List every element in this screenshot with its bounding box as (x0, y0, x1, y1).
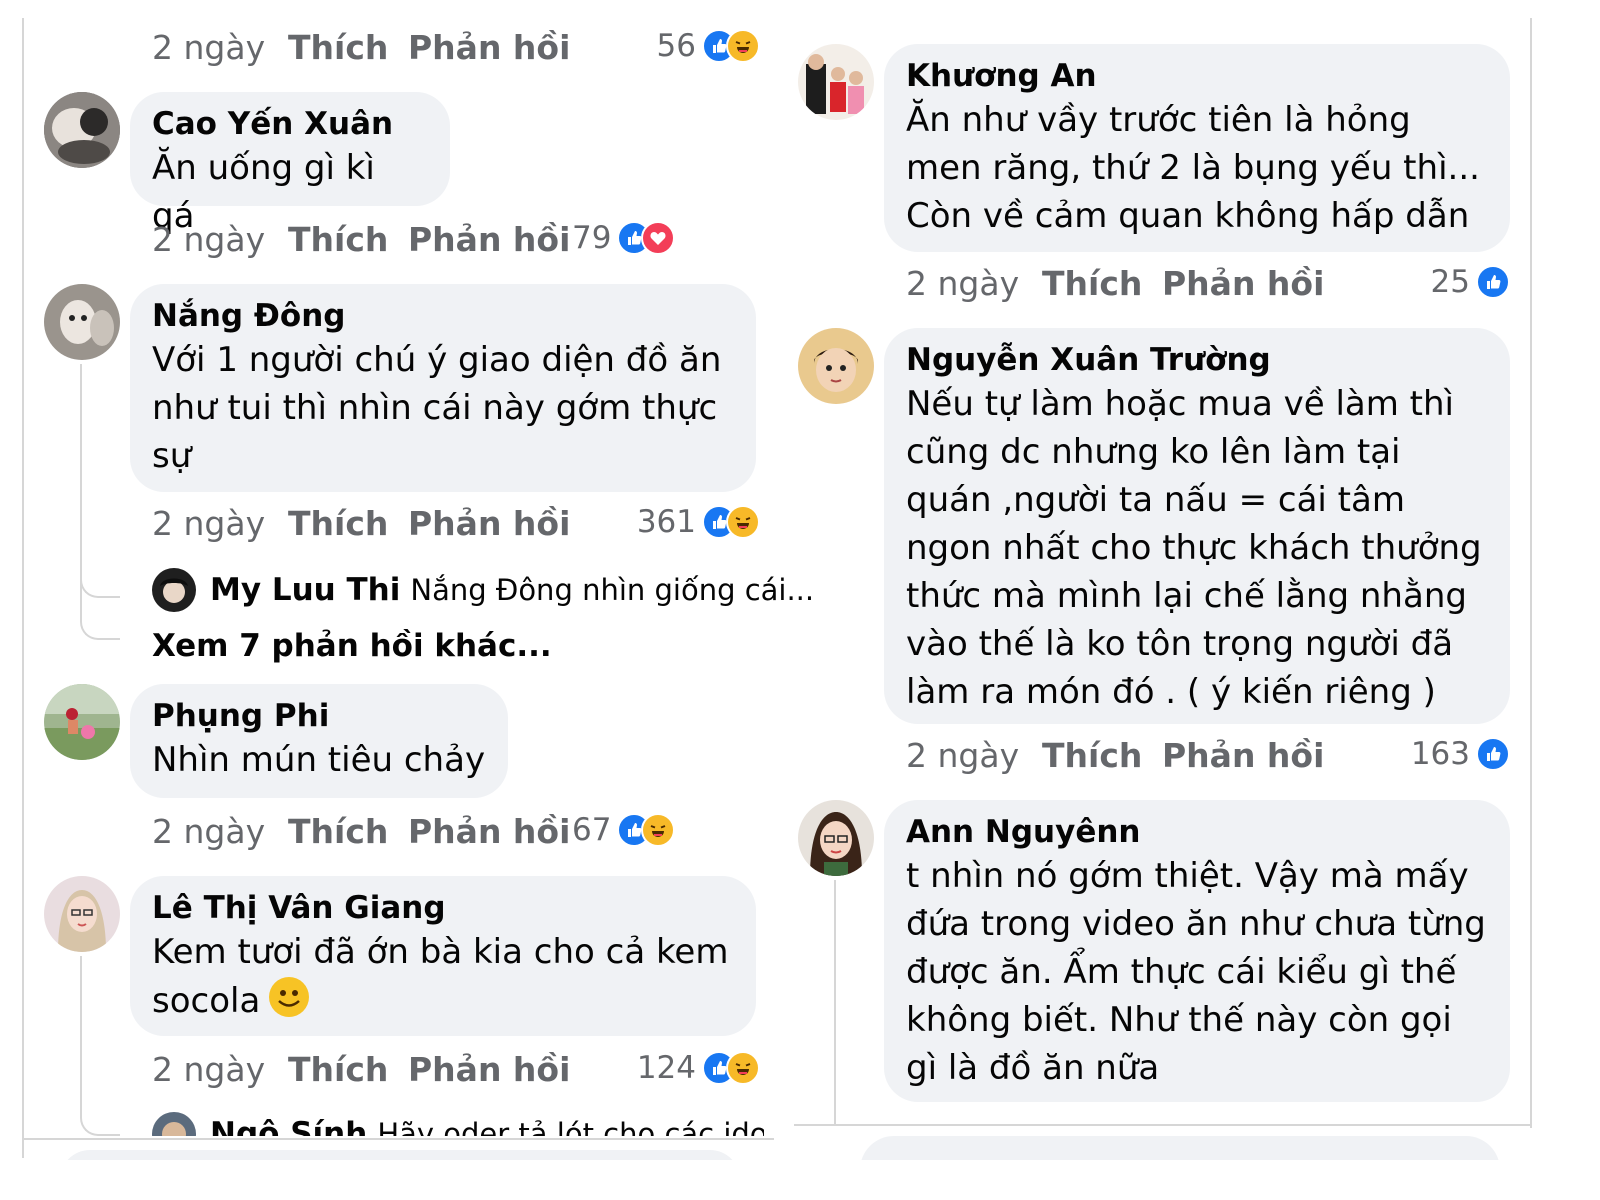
like-button[interactable]: Thích (1042, 264, 1162, 303)
reply-avatar (152, 1112, 196, 1136)
comment-time: 2 ngày (152, 1050, 266, 1089)
reply-preview[interactable]: My Luu Thi Nắng Đông nhìn giống cái... (152, 568, 814, 612)
comment-bubble: Lê Thị Vân Giang Kem tươi đã ớn bà kia c… (130, 876, 756, 1036)
reaction-count: 79 (572, 220, 612, 256)
comment-text: Với 1 người chú ý giao diện đồ ăn như tu… (152, 340, 722, 476)
haha-icon (641, 813, 676, 847)
haha-icon (726, 1051, 760, 1085)
avatar[interactable] (798, 328, 874, 404)
smile-emoji (269, 977, 310, 1017)
reaction-count: 67 (572, 812, 612, 848)
comment-text: Ăn như vầy trước tiên là hỏng men răng, … (906, 100, 1480, 236)
comment-actions: 2 ngày Thích Phản hồi (152, 1050, 570, 1089)
bottom-margin (0, 1160, 1600, 1200)
reaction-count: 361 (636, 504, 696, 540)
thread-connector (80, 570, 120, 598)
reply-button[interactable]: Phản hồi (408, 28, 570, 67)
reaction-summary[interactable]: 25 (1431, 264, 1510, 300)
like-icon (1476, 265, 1510, 299)
comment-author[interactable]: Cao Yến Xuân (152, 104, 428, 144)
reaction-summary[interactable]: 56 (657, 28, 760, 64)
comment-author[interactable]: Phụng Phi (152, 696, 486, 736)
thread-line (834, 880, 836, 1124)
comment-time: 2 ngày (152, 504, 266, 543)
haha-icon (726, 29, 760, 63)
avatar[interactable] (798, 800, 874, 876)
reply-button[interactable]: Phản hồi (408, 220, 570, 259)
reply-text: Hãy oder tả lót cho các idol (377, 1117, 764, 1136)
comment-bubble: Cao Yến Xuân Ăn uống gì kì qá (130, 92, 450, 236)
comment-actions: 2 ngày Thích Phản hồi (152, 812, 570, 851)
comment-author[interactable]: Khương An (906, 56, 1488, 96)
reaction-count: 124 (636, 1050, 696, 1086)
comment-author[interactable]: Nắng Đông (152, 296, 734, 336)
comment-time: 2 ngày (152, 220, 266, 259)
avatar[interactable] (44, 684, 120, 760)
view-more-replies-link[interactable]: Xem 7 phản hồi khác... (152, 628, 552, 664)
reply-author[interactable]: My Luu Thi (210, 572, 400, 608)
thread-connector (80, 612, 120, 640)
comment-text: t nhìn nó gớm thiệt. Vậy mà mấy đứa tron… (906, 856, 1486, 1088)
reply-preview[interactable]: Ngô Sính Hãy oder tả lót cho các idol (152, 1112, 764, 1136)
reaction-summary[interactable]: 361 (637, 504, 760, 540)
reaction-summary[interactable]: 79 (572, 220, 676, 256)
comment-time: 2 ngày (906, 736, 1020, 775)
reply-avatar (152, 568, 196, 612)
comment-actions: 2 ngày Thích Phản hồi (906, 264, 1324, 303)
reply-author[interactable]: Ngô Sính (210, 1116, 367, 1136)
comment-author[interactable]: Lê Thị Vân Giang (152, 888, 734, 928)
comment-bubble: Phụng Phi Nhìn mún tiêu chảy (130, 684, 508, 798)
like-button[interactable]: Thích (288, 1050, 408, 1089)
avatar[interactable] (44, 284, 120, 360)
comment-time: 2 ngày (152, 812, 266, 851)
comment-text: Nhìn mún tiêu chảy (152, 740, 486, 780)
reply-button[interactable]: Phản hồi (1162, 736, 1324, 775)
like-icon (1476, 737, 1510, 771)
reaction-count: 25 (1430, 264, 1470, 300)
comment-time: 2 ngày (906, 264, 1020, 303)
comment-text-content: Kem tươi đã ớn bà kia cho cả kem socola (152, 932, 729, 1021)
like-button[interactable]: Thích (288, 504, 408, 543)
love-icon (641, 221, 676, 255)
comment-author[interactable]: Nguyễn Xuân Trường (906, 340, 1488, 380)
reaction-summary[interactable]: 163 (1411, 736, 1510, 772)
reply-button[interactable]: Phản hồi (408, 504, 570, 543)
like-button[interactable]: Thích (1042, 736, 1162, 775)
reaction-count: 56 (656, 28, 696, 64)
right-comment-column: Khương An Ăn như vầy trước tiên là hỏng … (798, 0, 1514, 1130)
comment-actions: 2 ngày Thích Phản hồi (906, 736, 1324, 775)
comment-bubble: Ann Nguyênn t nhìn nó gớm thiệt. Vậy mà … (884, 800, 1510, 1102)
reaction-summary[interactable]: 124 (637, 1050, 760, 1086)
comment-bubble: Khương An Ăn như vầy trước tiên là hỏng … (884, 44, 1510, 252)
comment-actions: 2 ngày Thích Phản hồi (152, 220, 570, 259)
left-comment-column: 2 ngày Thích Phản hồi 56 Cao Yến Xuân Ăn… (44, 0, 814, 1160)
comment-actions: 2 ngày Thích Phản hồi (152, 504, 570, 543)
comment-bubble: Nắng Đông Với 1 người chú ý giao diện đồ… (130, 284, 756, 492)
reply-button[interactable]: Phản hồi (1162, 264, 1324, 303)
reaction-count: 163 (1410, 736, 1470, 772)
comment-actions: 2 ngày Thích Phản hồi (152, 28, 570, 67)
thread-connector (80, 1108, 120, 1136)
reply-button[interactable]: Phản hồi (408, 812, 570, 851)
comment-author[interactable]: Ann Nguyênn (906, 812, 1488, 852)
like-button[interactable]: Thích (288, 220, 408, 259)
like-button[interactable]: Thích (288, 28, 408, 67)
clipped-reply-area: Ngô Sính Hãy oder tả lót cho các idol (44, 1108, 764, 1136)
avatar[interactable] (798, 44, 874, 120)
comment-time: 2 ngày (152, 28, 266, 67)
comment-bubble: Nguyễn Xuân Trường Nếu tự làm hoặc mua v… (884, 328, 1510, 724)
reaction-summary[interactable]: 67 (572, 812, 676, 848)
avatar[interactable] (44, 876, 120, 952)
comment-text: Kem tươi đã ớn bà kia cho cả kem socola (152, 928, 734, 1025)
haha-icon (726, 505, 760, 539)
reply-text: Nắng Đông nhìn giống cái... (410, 573, 815, 607)
like-button[interactable]: Thích (288, 812, 408, 851)
comment-text: Nếu tự làm hoặc mua về làm thì cũng dc n… (906, 384, 1482, 712)
reply-button[interactable]: Phản hồi (408, 1050, 570, 1089)
thread-line (80, 956, 82, 1112)
avatar[interactable] (44, 92, 120, 168)
